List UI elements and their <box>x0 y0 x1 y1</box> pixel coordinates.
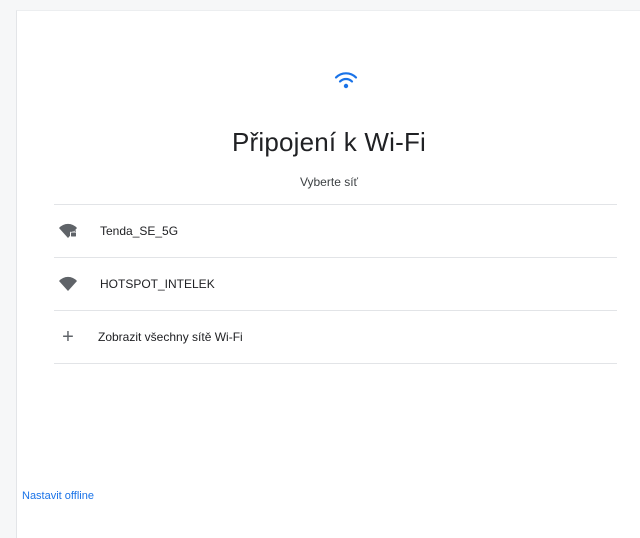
show-all-label: Zobrazit všechny sítě Wi-Fi <box>98 330 243 344</box>
setup-offline-link[interactable]: Nastavit offline <box>22 490 94 502</box>
network-item-tenda[interactable]: Tenda_SE_5G <box>54 205 617 258</box>
show-all-networks-button[interactable]: + Zobrazit všechny sítě Wi-Fi <box>54 311 617 364</box>
page-subtitle: Vyberte síť <box>299 175 359 189</box>
network-item-hotspot[interactable]: HOTSPOT_INTELEK <box>54 258 617 311</box>
wifi-secured-icon <box>58 223 78 239</box>
network-ssid: Tenda_SE_5G <box>100 224 179 238</box>
plus-icon: + <box>62 326 74 348</box>
page: Připojení k Wi-Fi Vyberte síť Tenda_SE_5… <box>0 0 640 538</box>
wifi-icon <box>58 276 78 292</box>
network-ssid: HOTSPOT_INTELEK <box>100 277 215 291</box>
setup-card: Připojení k Wi-Fi Vyberte síť Tenda_SE_5… <box>16 10 640 538</box>
wifi-icon <box>333 69 359 91</box>
page-title: Připojení k Wi-Fi <box>231 127 427 157</box>
network-list: Tenda_SE_5G HOTSPOT_INTELEK + Zobrazit v… <box>54 204 617 364</box>
